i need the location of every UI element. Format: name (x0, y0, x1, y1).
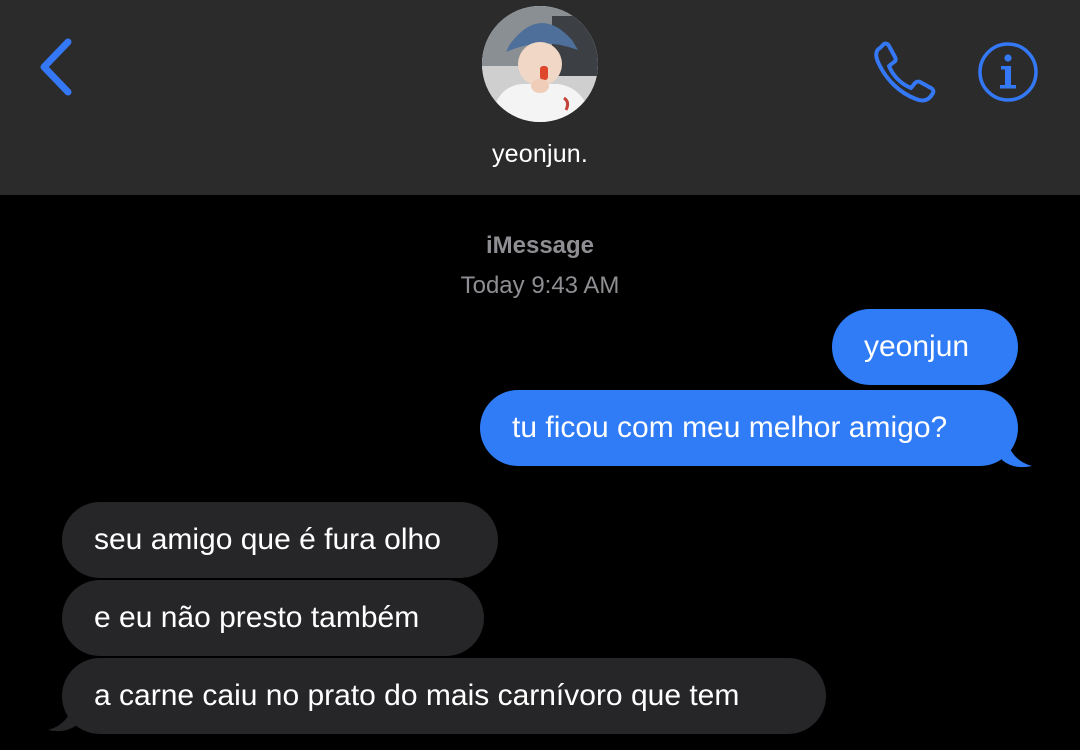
sent-message-bubble[interactable]: tu ficou com meu melhor amigo? (480, 390, 1018, 466)
sent-message-bubble[interactable]: yeonjun (832, 309, 1018, 385)
contact-name[interactable]: yeonjun. (0, 140, 1080, 169)
message-text: seu amigo que é fura olho (94, 523, 441, 556)
conversation-header: yeonjun. (0, 0, 1080, 195)
message-text: tu ficou com meu melhor amigo? (512, 411, 948, 444)
info-button[interactable] (976, 40, 1040, 104)
message-text: e eu não presto também (94, 601, 420, 634)
service-label: iMessage (485, 232, 595, 259)
received-message-bubble[interactable]: a carne caiu no prato do mais carnívoro … (62, 658, 826, 734)
received-message-bubble[interactable]: seu amigo que é fura olho (62, 502, 498, 578)
chevron-left-icon (40, 38, 72, 96)
phone-icon (874, 41, 936, 103)
message-text: a carne caiu no prato do mais carnívoro … (94, 679, 740, 712)
contact-avatar[interactable] (482, 6, 598, 122)
conversation-timestamp: Today 9:43 AM (460, 272, 620, 299)
message-text: yeonjun (864, 330, 970, 363)
back-button[interactable] (30, 34, 86, 100)
messages-screen: yeonjun. iMessage Today 9:43 AM yeonjun … (0, 0, 1080, 750)
info-icon (978, 42, 1038, 102)
call-button[interactable] (870, 40, 940, 104)
received-message-bubble[interactable]: e eu não presto também (62, 580, 484, 656)
